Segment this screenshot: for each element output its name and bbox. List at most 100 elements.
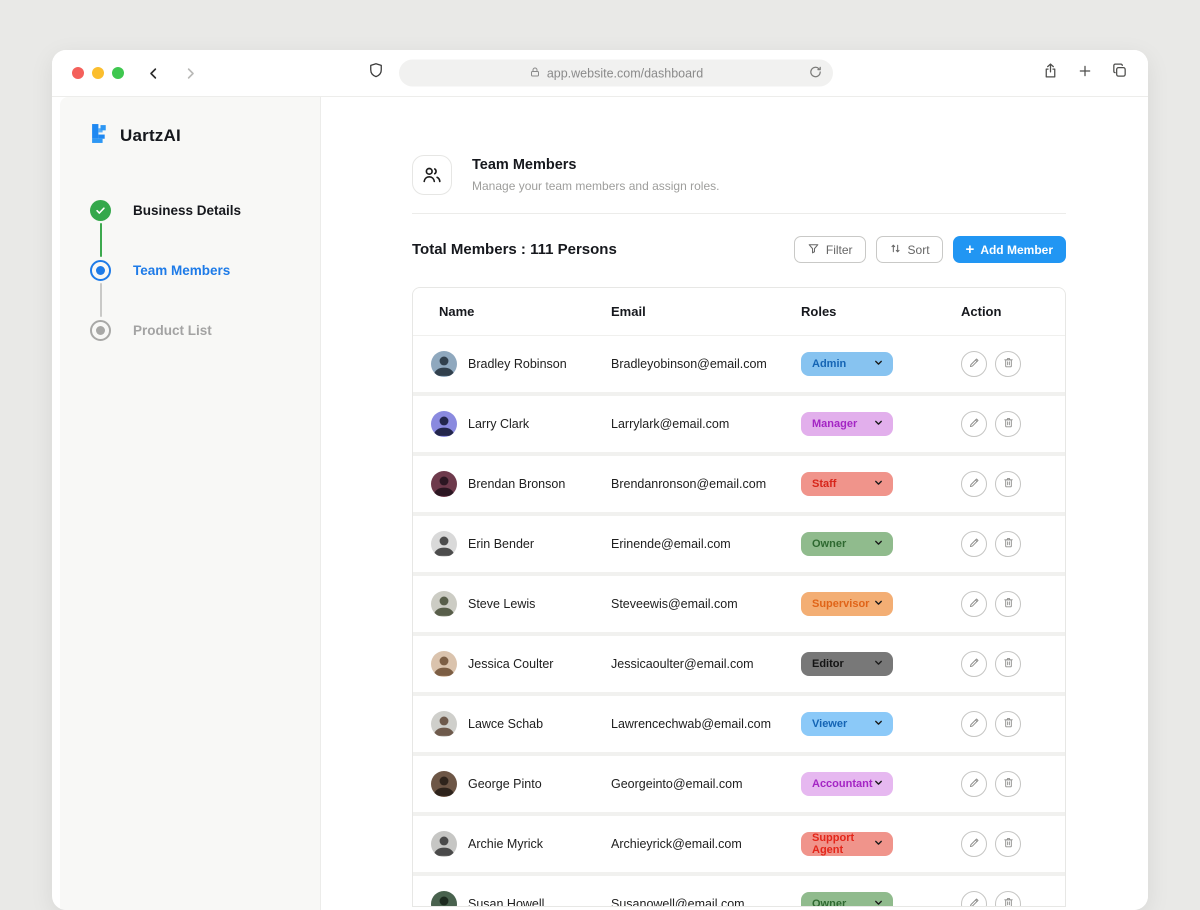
member-name-cell: Susan Howell [413, 891, 611, 907]
column-header-email: Email [611, 304, 801, 319]
member-action-cell [961, 471, 1065, 497]
table-row: George Pinto Georgeinto@email.com Accoun… [413, 756, 1065, 812]
delete-button[interactable] [995, 831, 1021, 857]
member-action-cell [961, 351, 1065, 377]
role-select[interactable]: Accountant [801, 772, 893, 796]
role-label: Owner [812, 898, 846, 907]
delete-button[interactable] [995, 531, 1021, 557]
close-window-button[interactable] [72, 67, 84, 79]
trash-icon [1002, 836, 1015, 852]
step-team-members[interactable]: Team Members [90, 259, 320, 281]
reload-icon[interactable] [808, 65, 823, 83]
table-row: Susan Howell Susanowell@email.com Owner [413, 876, 1065, 907]
chevron-down-icon [873, 355, 884, 373]
member-name: Steve Lewis [468, 597, 535, 611]
member-email-cell: Steveewis@email.com [611, 595, 801, 613]
edit-button[interactable] [961, 591, 987, 617]
edit-button[interactable] [961, 531, 987, 557]
zoom-window-button[interactable] [112, 67, 124, 79]
member-email: Erinende@email.com [611, 537, 731, 551]
step-connector [100, 223, 102, 257]
role-select[interactable]: Owner [801, 532, 893, 556]
member-action-cell [961, 831, 1065, 857]
role-select[interactable]: Supervisor [801, 592, 893, 616]
delete-button[interactable] [995, 471, 1021, 497]
role-label: Editor [812, 658, 844, 670]
role-select[interactable]: Editor [801, 652, 893, 676]
url-bar[interactable]: app.website.com/dashboard [399, 60, 833, 87]
delete-button[interactable] [995, 411, 1021, 437]
chevron-down-icon [873, 715, 884, 733]
trash-icon [1002, 476, 1015, 492]
trash-icon [1002, 536, 1015, 552]
back-icon[interactable] [146, 66, 161, 81]
role-select[interactable]: Support Agent [801, 832, 893, 856]
filter-button[interactable]: Filter [794, 236, 866, 263]
avatar [431, 471, 457, 497]
step-product-list[interactable]: Product List [90, 319, 320, 341]
avatar [431, 711, 457, 737]
delete-button[interactable] [995, 711, 1021, 737]
share-icon[interactable] [1042, 61, 1059, 85]
trash-icon [1002, 596, 1015, 612]
trash-icon [1002, 896, 1015, 907]
header-divider [412, 213, 1066, 214]
trash-icon [1002, 356, 1015, 372]
delete-button[interactable] [995, 771, 1021, 797]
member-role-cell: Accountant [801, 772, 961, 796]
role-select[interactable]: Staff [801, 472, 893, 496]
member-name-cell: Jessica Coulter [413, 651, 611, 677]
edit-button[interactable] [961, 771, 987, 797]
main-content: Team Members Manage your team members an… [321, 97, 1148, 910]
role-label: Support Agent [812, 832, 873, 856]
edit-button[interactable] [961, 891, 987, 907]
pencil-icon [968, 896, 981, 907]
member-role-cell: Editor [801, 652, 961, 676]
pencil-icon [968, 776, 981, 792]
member-email-cell: Jessicaoulter@email.com [611, 655, 801, 673]
role-select[interactable]: Manager [801, 412, 893, 436]
team-members-icon [412, 155, 452, 195]
sort-button[interactable]: Sort [876, 236, 943, 263]
step-business-details[interactable]: Business Details [90, 199, 320, 221]
minimize-window-button[interactable] [92, 67, 104, 79]
member-email: Lawrencechwab@email.com [611, 717, 771, 731]
role-label: Owner [812, 538, 846, 550]
edit-button[interactable] [961, 351, 987, 377]
new-tab-icon[interactable] [1077, 63, 1093, 84]
role-select[interactable]: Admin [801, 352, 893, 376]
edit-button[interactable] [961, 471, 987, 497]
table-row: Brendan Bronson Brendanronson@email.com … [413, 456, 1065, 512]
delete-button[interactable] [995, 891, 1021, 907]
edit-button[interactable] [961, 831, 987, 857]
member-email-cell: Lawrencechwab@email.com [611, 715, 801, 733]
sort-button-label: Sort [908, 243, 930, 257]
shield-icon[interactable] [367, 61, 385, 86]
member-name-cell: Lawce Schab [413, 711, 611, 737]
chevron-down-icon [873, 415, 884, 433]
member-email-cell: Susanowell@email.com [611, 895, 801, 907]
summary-row: Total Members : 111 Persons Filter Sort [412, 236, 1066, 263]
members-table: Name Email Roles Action Bradley Robinson… [412, 287, 1066, 907]
delete-button[interactable] [995, 591, 1021, 617]
role-select[interactable]: Viewer [801, 712, 893, 736]
edit-button[interactable] [961, 411, 987, 437]
plus-icon: + [966, 241, 975, 258]
member-name-cell: Bradley Robinson [413, 351, 611, 377]
chevron-down-icon [873, 595, 884, 613]
column-header-name: Name [413, 304, 611, 319]
delete-button[interactable] [995, 651, 1021, 677]
add-member-button[interactable]: + Add Member [953, 236, 1066, 263]
chevron-down-icon [873, 475, 884, 493]
member-role-cell: Viewer [801, 712, 961, 736]
delete-button[interactable] [995, 351, 1021, 377]
trash-icon [1002, 416, 1015, 432]
edit-button[interactable] [961, 651, 987, 677]
edit-button[interactable] [961, 711, 987, 737]
forward-icon[interactable] [183, 66, 198, 81]
member-email-cell: Georgeinto@email.com [611, 775, 801, 793]
tabs-overview-icon[interactable] [1111, 62, 1128, 84]
avatar [431, 651, 457, 677]
pencil-icon [968, 536, 981, 552]
avatar [431, 891, 457, 907]
